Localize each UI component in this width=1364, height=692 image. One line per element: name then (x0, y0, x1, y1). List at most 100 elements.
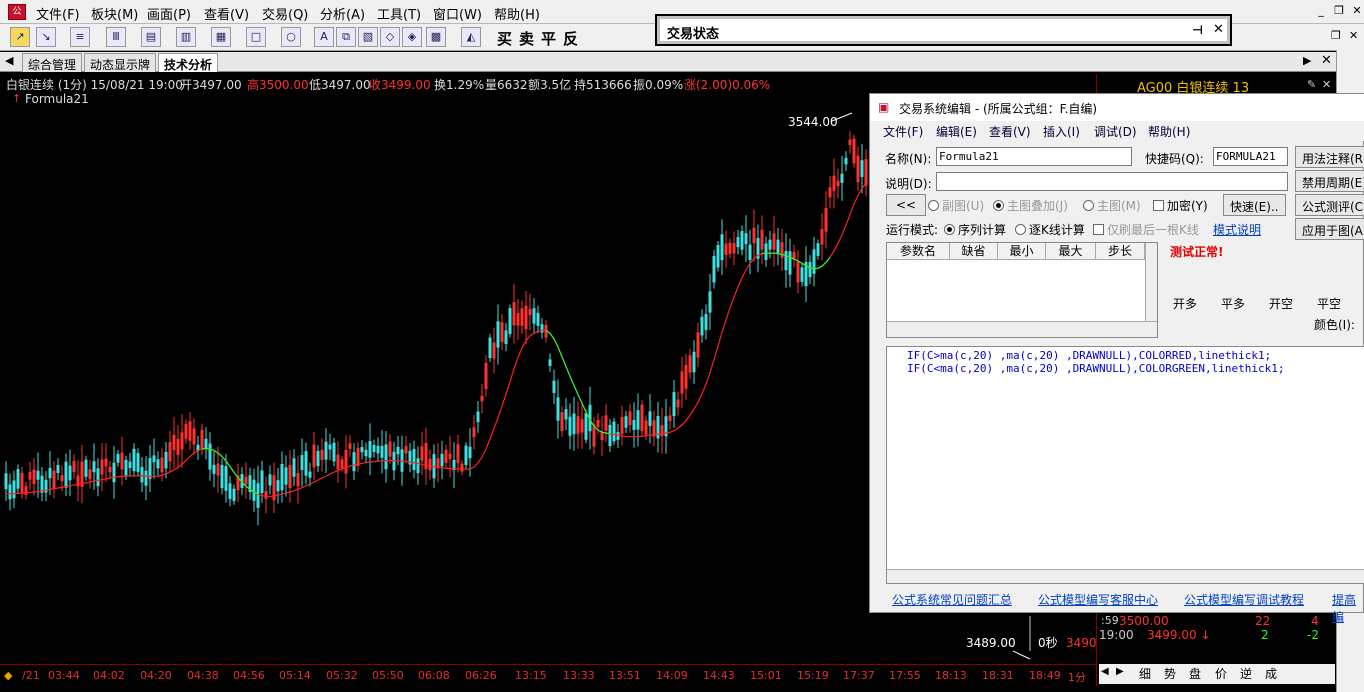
panel-icon[interactable]: ✎ (1307, 78, 1316, 91)
color-grid-icon[interactable]: ▩ (426, 27, 446, 47)
signal-tab-close-long[interactable]: 平多 (1221, 295, 1245, 312)
dlg-menu-view[interactable]: 查看(V) (989, 123, 1031, 140)
opt-main[interactable]: 主图(M) (1083, 197, 1141, 214)
grid-icon[interactable]: ▦ (211, 27, 231, 47)
apply-to-chart-button[interactable]: 应用于图(A) (1295, 218, 1364, 240)
reverse-button[interactable]: 反 (563, 28, 578, 49)
tab-dynamic-board[interactable]: 动态显示牌 (84, 53, 157, 72)
only-last-bar-checkbox[interactable] (1093, 224, 1104, 235)
panel-close-icon[interactable]: ✕ (1322, 78, 1331, 91)
run-sequence-radio[interactable] (944, 224, 955, 235)
close-position-button[interactable]: 平 (541, 28, 556, 49)
restore-button[interactable]: ❐ (1331, 3, 1347, 19)
doc-restore-button[interactable]: ❐ (1331, 29, 1341, 42)
menu-analysis[interactable]: 分析(A) (320, 4, 365, 23)
quick-button[interactable]: 快速(E).. (1223, 194, 1286, 216)
menu-file[interactable]: 文件(F) (36, 4, 80, 23)
dlg-menu-debug[interactable]: 调试(D) (1094, 123, 1137, 140)
tab-scroll-left-icon[interactable]: ◀ (5, 54, 13, 67)
param-table[interactable]: 参数名 缺省 最小 最大 步长 (886, 242, 1158, 338)
tab-close-icon[interactable]: ✕ (1321, 53, 1332, 68)
indicator-icon[interactable]: ◭ (461, 27, 481, 47)
image-icon[interactable]: ▧ (358, 27, 378, 47)
panel-next-icon[interactable]: ▶ (1116, 666, 1124, 677)
main-overlay-radio[interactable] (993, 200, 1004, 211)
menu-window[interactable]: 窗口(W) (433, 4, 482, 23)
only-last-bar[interactable]: 仅刷最后一根K线 (1093, 221, 1199, 238)
tab-general[interactable]: 综合管理 (22, 53, 83, 72)
menu-trade[interactable]: 交易(Q) (262, 4, 308, 23)
panel-prev-icon[interactable]: ◀ (1101, 666, 1109, 677)
trend-tool-icon[interactable]: ↘ (36, 27, 56, 47)
run-sequence[interactable]: 序列计算 (944, 221, 1006, 238)
close-icon[interactable]: ✕ (1213, 22, 1224, 37)
minimize-button[interactable]: _ (1313, 3, 1329, 19)
signal-tab-open-long[interactable]: 开多 (1173, 295, 1197, 312)
doc-close-button[interactable]: ✕ (1349, 29, 1358, 42)
panel-tab-book[interactable]: 盘 (1189, 665, 1201, 682)
eraser-icon[interactable]: ◇ (380, 27, 400, 47)
support-link[interactable]: 公式模型编写客服中心 (1038, 591, 1158, 608)
chart-icon[interactable]: ▤ (141, 27, 161, 47)
dlg-menu-insert[interactable]: 插入(I) (1043, 123, 1080, 140)
sell-button[interactable]: 卖 (519, 28, 534, 49)
name-field[interactable]: Formula21 (936, 147, 1132, 166)
tab-technical[interactable]: 技术分析 (158, 53, 219, 72)
menu-tools[interactable]: 工具(T) (377, 4, 421, 23)
buy-button[interactable]: 买 (497, 28, 512, 49)
dlg-menu-help[interactable]: 帮助(H) (1148, 123, 1190, 140)
code-editor[interactable]: IF(C>ma(c,20) ,ma(c,20) ,DRAWNULL),COLOR… (886, 346, 1364, 584)
countdown: 0秒 (1038, 636, 1058, 650)
tutorial-link[interactable]: 公式模型编写调试教程 (1184, 591, 1304, 608)
rect-icon[interactable]: □ (246, 27, 266, 47)
circle-icon[interactable]: ○ (281, 27, 301, 47)
faq-link[interactable]: 公式系统常见问题汇总 (892, 591, 1012, 608)
list-icon[interactable]: ≡ (70, 27, 90, 47)
dlg-menu-file[interactable]: 文件(F) (883, 123, 923, 140)
candle-body (632, 420, 636, 431)
menu-view[interactable]: 查看(V) (204, 4, 249, 23)
menu-view-screen[interactable]: 画面(P) (147, 4, 191, 23)
signal-tab-open-short[interactable]: 开空 (1269, 295, 1293, 312)
param-vscroll[interactable] (1145, 243, 1157, 321)
mode-help-link[interactable]: 模式说明 (1213, 221, 1261, 238)
bars-icon[interactable]: ▥ (176, 27, 196, 47)
encrypt-checkbox[interactable] (1153, 200, 1164, 211)
back-button[interactable]: << (886, 194, 926, 216)
shortcut-field[interactable]: FORMULA21 (1213, 147, 1288, 166)
usage-notes-button[interactable]: 用法注释(R) (1295, 146, 1364, 168)
code-hscroll[interactable] (887, 569, 1364, 583)
panel-tab-detail[interactable]: 细 (1139, 665, 1151, 682)
opt-main-overlay[interactable]: 主图叠加(J) (993, 197, 1068, 214)
menu-sector[interactable]: 板块(M) (91, 4, 138, 23)
color-label[interactable]: 颜色(I): (1314, 316, 1355, 333)
param-hscroll[interactable] (887, 321, 1157, 337)
advanced-link[interactable]: 提高编 (1332, 591, 1363, 625)
close-button[interactable]: ✕ (1349, 3, 1364, 19)
opt-encrypt[interactable]: 加密(Y) (1153, 197, 1208, 214)
columns-icon[interactable]: Ⅲ (106, 27, 126, 47)
trade-status-window[interactable]: 交易状态 ⊣ ✕ (655, 14, 1232, 46)
copy-icon[interactable]: ⧉ (336, 27, 356, 47)
run-per-bar[interactable]: 逐K线计算 (1015, 221, 1085, 238)
signal-tab-close-short[interactable]: 平空 (1317, 295, 1341, 312)
formula-test-button[interactable]: 公式测评(C) (1295, 194, 1364, 216)
dlg-menu-edit[interactable]: 编辑(E) (936, 123, 977, 140)
panel-tab-trend[interactable]: 势 (1164, 665, 1176, 682)
tab-scroll-right-icon[interactable]: ▶ (1303, 54, 1311, 67)
panel-tab-reverse[interactable]: 逆 (1240, 665, 1252, 682)
pin-icon[interactable]: ⊣ (1192, 23, 1203, 37)
main-radio[interactable] (1083, 200, 1094, 211)
period-label[interactable]: 1分 (1068, 669, 1086, 685)
panel-tab-price[interactable]: 价 (1215, 665, 1227, 682)
draw-line-icon[interactable]: ↗ (10, 27, 30, 47)
panel-tab-trades[interactable]: 成 (1265, 665, 1277, 682)
desc-field[interactable] (936, 172, 1288, 191)
subchart-radio[interactable] (928, 200, 939, 211)
menu-help[interactable]: 帮助(H) (494, 4, 540, 23)
text-icon[interactable]: A (314, 27, 334, 47)
run-per-bar-radio[interactable] (1015, 224, 1026, 235)
opt-subchart[interactable]: 副图(U) (928, 197, 984, 214)
layers-icon[interactable]: ◈ (402, 27, 422, 47)
disable-period-button[interactable]: 禁用周期(E) (1295, 170, 1364, 192)
